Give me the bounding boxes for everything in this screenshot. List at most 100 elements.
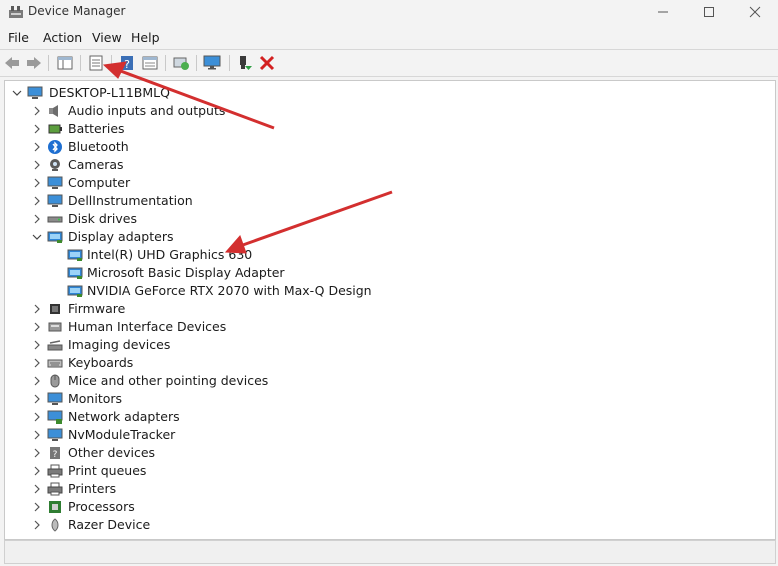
expand-chevron-icon[interactable] — [31, 192, 43, 210]
category-node[interactable]: Processors — [31, 498, 705, 516]
category-node[interactable]: Network adapters — [31, 408, 705, 426]
device-label: NVIDIA GeForce RTX 2070 with Max-Q Desig… — [87, 283, 372, 298]
expand-chevron-icon[interactable] — [31, 102, 43, 120]
update-view-icon[interactable] — [141, 54, 159, 72]
expand-chevron-icon[interactable] — [31, 444, 43, 462]
category-node[interactable]: Human Interface Devices — [31, 318, 705, 336]
forward-arrow-icon[interactable] — [25, 54, 43, 72]
show-hide-console-tree-icon[interactable] — [56, 54, 74, 72]
expand-chevron-icon[interactable] — [31, 354, 43, 372]
mouse-icon — [50, 374, 60, 388]
expand-chevron-icon[interactable] — [31, 480, 43, 498]
category-label: Printers — [68, 481, 117, 496]
device-tree[interactable]: DESKTOP-L11BMLQ Audio inputs and outputs B… — [4, 80, 776, 540]
category-node[interactable]: NvModuleTracker — [31, 426, 705, 444]
category-node[interactable]: Firmware — [31, 300, 705, 318]
category-label: Computer — [68, 175, 131, 190]
computer-icon — [47, 428, 63, 441]
category-label: Batteries — [68, 121, 125, 136]
device-label: Microsoft Basic Display Adapter — [87, 265, 285, 280]
category-node[interactable]: Batteries — [31, 120, 705, 138]
menu-help[interactable]: Help — [131, 30, 160, 45]
bluetooth-icon — [48, 140, 62, 154]
category-label: DellInstrumentation — [68, 193, 193, 208]
expand-chevron-icon[interactable] — [31, 138, 43, 156]
scanner-icon — [47, 340, 63, 351]
expand-chevron-icon[interactable] — [31, 408, 43, 426]
expand-chevron-icon[interactable] — [31, 390, 43, 408]
expand-chevron-icon[interactable] — [31, 318, 43, 336]
monitor-icon — [47, 392, 63, 405]
expand-chevron-icon[interactable] — [31, 156, 43, 174]
tree-root-node[interactable]: DESKTOP-L11BMLQ — [11, 84, 311, 102]
display-adapter-icon — [67, 267, 83, 279]
category-label: Display adapters — [68, 229, 174, 244]
category-label: Other devices — [68, 445, 156, 460]
expand-chevron-icon[interactable] — [31, 516, 43, 534]
menu-file[interactable]: File — [8, 30, 29, 45]
back-arrow-icon[interactable] — [3, 54, 21, 72]
computer-icon — [27, 86, 43, 99]
hid-icon — [48, 322, 62, 332]
category-node[interactable]: Disk drives — [31, 210, 705, 228]
category-node[interactable]: Monitors — [31, 390, 705, 408]
menu-action[interactable]: Action — [43, 30, 82, 45]
collapse-chevron-icon[interactable] — [11, 84, 23, 102]
expand-chevron-icon[interactable] — [31, 462, 43, 480]
status-bar — [4, 540, 776, 564]
close-button[interactable] — [732, 0, 778, 24]
device-node[interactable]: Microsoft Basic Display Adapter — [67, 264, 705, 282]
category-label: NvModuleTracker — [68, 427, 176, 442]
expand-chevron-icon[interactable] — [31, 300, 43, 318]
expand-chevron-icon[interactable] — [31, 372, 43, 390]
category-node[interactable]: Print queues — [31, 462, 705, 480]
device-node[interactable]: NVIDIA GeForce RTX 2070 with Max-Q Desig… — [67, 282, 705, 300]
display-adapter-icon — [67, 249, 83, 261]
display-adapter-icon — [67, 285, 83, 297]
enable-device-icon[interactable] — [235, 54, 253, 72]
monitor-icon[interactable] — [203, 54, 221, 72]
category-node[interactable]: Display adapters — [31, 228, 705, 246]
expand-chevron-icon[interactable] — [31, 210, 43, 228]
scan-hardware-icon[interactable] — [172, 54, 190, 72]
minimize-button[interactable] — [640, 0, 686, 24]
expand-chevron-icon[interactable] — [31, 426, 43, 444]
toolbar: ? — [0, 49, 778, 77]
category-label: Processors — [68, 499, 135, 514]
camera-icon — [50, 159, 60, 171]
help-icon[interactable]: ? — [118, 54, 136, 72]
category-label: Disk drives — [68, 211, 137, 226]
device-node[interactable]: Intel(R) UHD Graphics 630 — [67, 246, 705, 264]
category-label: Cameras — [68, 157, 124, 172]
category-label: Print queues — [68, 463, 147, 478]
category-node[interactable]: Cameras — [31, 156, 705, 174]
collapse-chevron-icon[interactable] — [31, 228, 43, 246]
network-icon — [47, 410, 63, 424]
category-label: Imaging devices — [68, 337, 171, 352]
menu-view[interactable]: View — [92, 30, 122, 45]
category-label: Mice and other pointing devices — [68, 373, 269, 388]
category-node[interactable]: Imaging devices — [31, 336, 705, 354]
category-node[interactable]: Printers — [31, 480, 705, 498]
properties-icon[interactable] — [87, 54, 105, 72]
category-node[interactable]: Bluetooth — [31, 138, 705, 156]
tree-root-label: DESKTOP-L11BMLQ — [49, 85, 170, 100]
category-node[interactable]: DellInstrumentation — [31, 192, 705, 210]
expand-chevron-icon[interactable] — [31, 174, 43, 192]
category-node[interactable]: Audio inputs and outputs — [31, 102, 705, 120]
expand-chevron-icon[interactable] — [31, 498, 43, 516]
uninstall-device-icon[interactable] — [258, 54, 276, 72]
category-label: Audio inputs and outputs — [68, 103, 226, 118]
razer-icon — [51, 518, 59, 532]
category-node[interactable]: Keyboards — [31, 354, 705, 372]
category-label: Razer Device — [68, 517, 151, 532]
category-node[interactable]: ? Other devices — [31, 444, 705, 462]
category-node[interactable]: Mice and other pointing devices — [31, 372, 705, 390]
printer-icon — [47, 482, 63, 496]
category-node[interactable]: Razer Device — [31, 516, 705, 534]
expand-chevron-icon[interactable] — [31, 120, 43, 138]
category-label: Monitors — [68, 391, 123, 406]
expand-chevron-icon[interactable] — [31, 336, 43, 354]
maximize-button[interactable] — [686, 0, 732, 24]
category-node[interactable]: Computer — [31, 174, 705, 192]
